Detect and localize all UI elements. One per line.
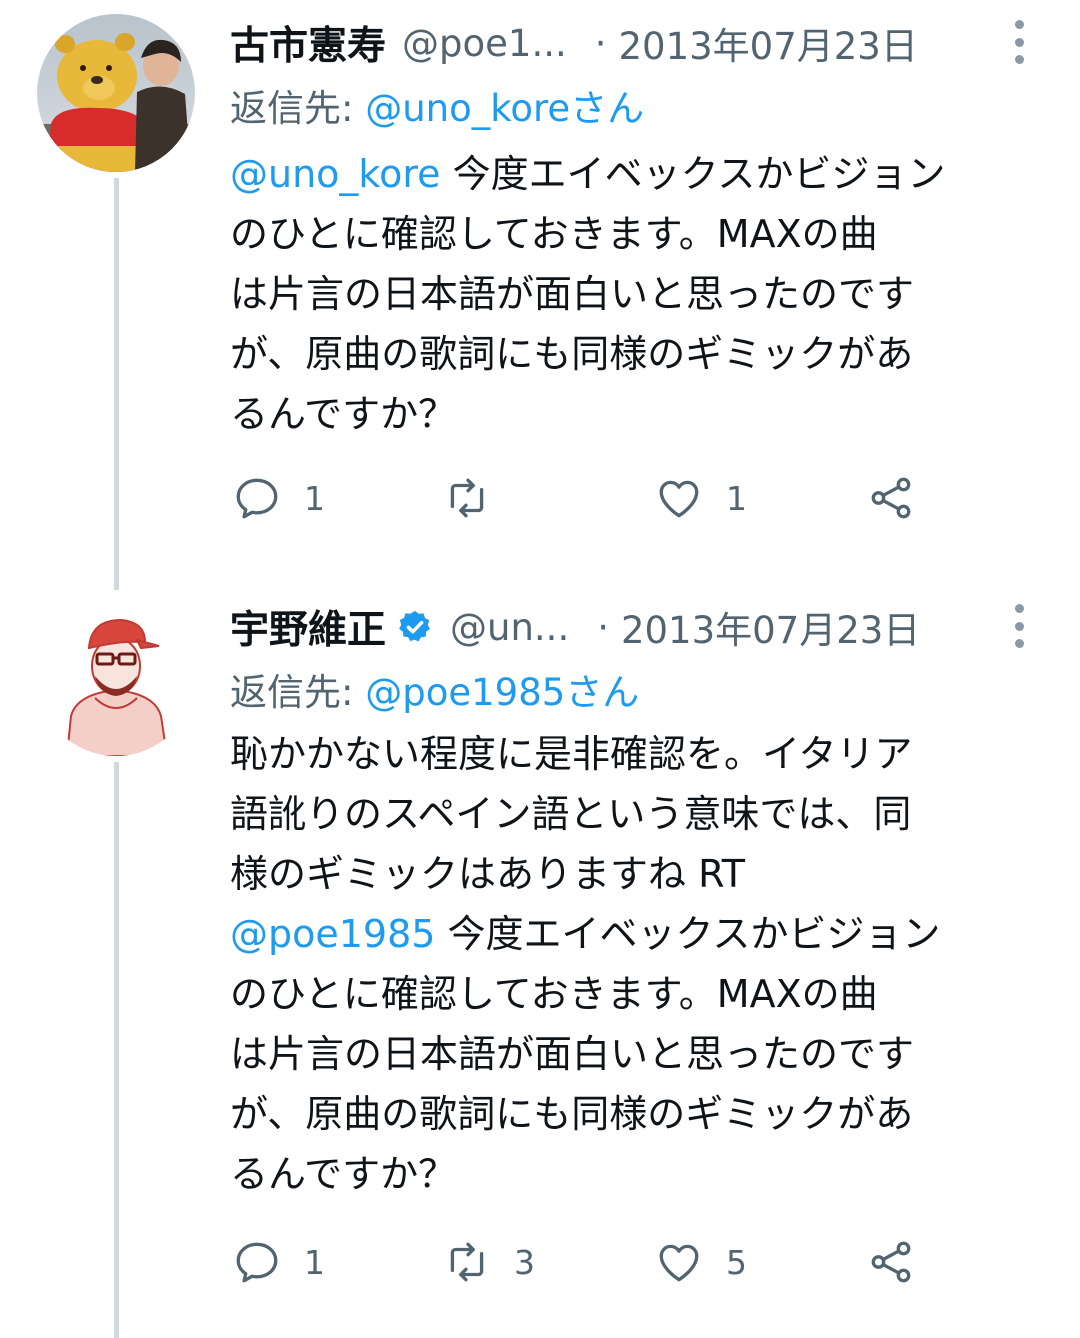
share-icon [871,477,911,519]
verified-badge-icon [399,610,430,642]
retweet-icon [450,1242,484,1282]
like-count: 5 [726,1242,747,1282]
retweet-button[interactable]: 3 [442,1232,535,1292]
tweet-actions: 1 3 5 [0,1232,1080,1292]
reply-to: 返信先: @uno_koreさん [230,78,644,132]
tweet-text-line: るんですか？ [230,1152,457,1196]
reply-to-label: 返信先: [230,671,366,714]
tweet-text-line: は片言の日本語が面白いと思ったのです [230,1032,915,1076]
reply-to: 返信先: @poe1985さん [230,662,639,716]
like-button[interactable]: 1 [654,468,747,528]
avatar-image [37,14,195,172]
avatar-image [37,598,195,756]
tweet-text-line: 今度エイベックスかビジョン [435,912,941,956]
tweet-header: 宇野維正 @un... · 2013年07月23日 [230,592,1080,662]
tweet-header: 古市憲寿 @poe1... · 2013年07月23日 [230,8,1080,78]
reply-to-mention[interactable]: @poe1985さん [365,671,639,714]
reply-button[interactable]: 1 [232,468,325,528]
separator-dot: · [594,21,607,65]
tweet-text: @uno_kore 今度エイベックスかビジョン のひとに確認しておきます。MAX… [230,144,1050,444]
like-count: 1 [726,478,747,518]
tweet[interactable]: 古市憲寿 @poe1... · 2013年07月23日 返信先: @uno_ko… [0,8,1080,568]
reply-to-label: 返信先: [230,87,366,130]
tweet-text-line: が、原曲の歌詞にも同様のギミックがあ [230,1092,914,1136]
reply-to-mention[interactable]: @uno_koreさん [365,87,644,130]
user-handle[interactable]: @poe1... [402,22,567,65]
separator-dot: · [597,605,609,649]
tweet-text-line: 語訛りのスペイン語という意味では、同 [230,792,912,836]
mention-link[interactable]: @poe1985 [230,912,435,956]
tweet-date[interactable]: 2013年07月23日 [621,600,920,654]
tweet-actions: 1 1 [0,468,1080,528]
mention-link[interactable]: @uno_kore [230,152,440,196]
tweet-text-line: のひとに確認しておきます。MAXの曲 [230,972,878,1016]
tweet-text: 恥かかない程度に是非確認を。イタリア 語訛りのスペイン語という意味では、同 様の… [230,724,1050,1204]
display-name[interactable]: 宇野維正 [230,599,386,655]
reply-icon [236,478,278,519]
reply-count: 1 [304,1242,325,1282]
reply-icon [236,1242,278,1283]
tweet-text-line: 様のギミックはありますね RT [230,852,745,896]
more-options-icon[interactable] [1012,604,1026,648]
more-options-icon[interactable] [1012,20,1026,64]
reply-count: 1 [304,478,325,518]
tweet-text-line: が、原曲の歌詞にも同様のギミックがあ [230,332,914,376]
tweet-text-line: 今度エイベックスかビジョン [440,152,946,196]
display-name[interactable]: 古市憲寿 [230,15,386,71]
tweet-date[interactable]: 2013年07月23日 [619,16,918,70]
retweet-button[interactable] [442,468,514,528]
tweet-text-line: は片言の日本語が面白いと思ったのです [230,272,915,316]
retweet-icon [450,478,484,518]
share-icon [871,1241,911,1283]
share-button[interactable] [866,1232,916,1292]
like-button[interactable]: 5 [654,1232,747,1292]
tweet-text-line: 恥かかない程度に是非確認を。イタリア [230,732,913,776]
tweet-text-line: のひとに確認しておきます。MAXの曲 [230,212,878,256]
reply-button[interactable]: 1 [232,1232,325,1292]
heart-icon [659,480,699,518]
tweet[interactable]: 宇野維正 @un... · 2013年07月23日 返信先: @poe1985さ… [0,592,1080,1338]
retweet-count: 3 [514,1242,535,1282]
heart-icon [659,1244,699,1282]
share-button[interactable] [866,468,916,528]
avatar[interactable] [37,14,195,172]
tweet-text-line: るんですか？ [230,392,457,436]
user-handle[interactable]: @un... [450,606,569,649]
avatar[interactable] [37,598,195,756]
